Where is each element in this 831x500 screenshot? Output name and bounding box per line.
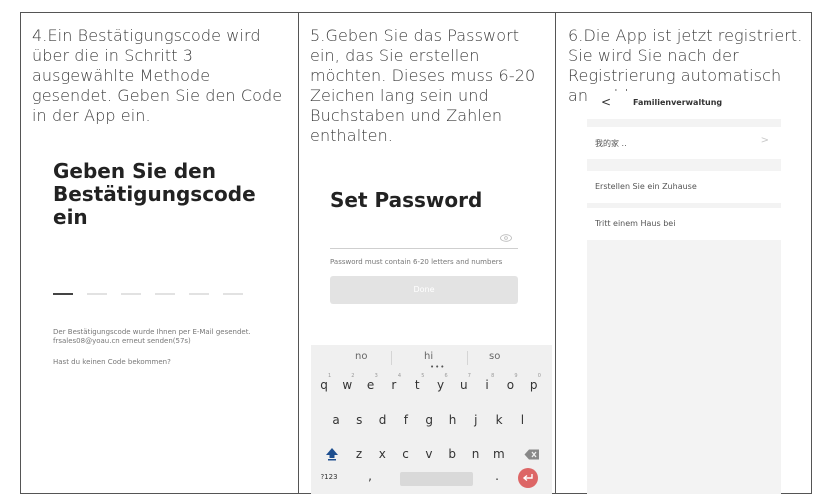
code-digit-2[interactable] xyxy=(87,293,107,295)
family-management-screen: < Familienverwaltung 我的家 .. > Erstellen … xyxy=(587,91,781,494)
key-d[interactable]: d xyxy=(376,413,390,427)
key-l[interactable]: l xyxy=(515,413,529,427)
code-sent-info: Der Bestätigungscode wurde Ihnen per E-M… xyxy=(53,328,251,345)
key-g[interactable]: g xyxy=(422,413,436,427)
key-q[interactable]: q xyxy=(317,378,331,392)
join-home-item[interactable]: Tritt einem Haus bei xyxy=(587,208,781,240)
suggestion-hi[interactable]: hi xyxy=(424,351,433,362)
create-home-label: Erstellen Sie ein Zuhause xyxy=(595,182,697,191)
suggestion-divider xyxy=(467,351,468,365)
code-digit-3[interactable] xyxy=(121,293,141,295)
key-number-hint: 5 xyxy=(421,373,425,379)
space-bar[interactable] xyxy=(400,472,473,486)
home-item-label: 我的家 .. xyxy=(595,139,627,148)
set-password-heading: Set Password xyxy=(330,188,483,212)
key-c[interactable]: c xyxy=(399,447,413,461)
create-home-item[interactable]: Erstellen Sie ein Zuhause xyxy=(587,171,781,203)
key-k[interactable]: k xyxy=(492,413,506,427)
key-j[interactable]: j xyxy=(469,413,483,427)
backspace-icon[interactable] xyxy=(524,449,540,460)
key-n[interactable]: n xyxy=(469,447,483,461)
key-t[interactable]: t xyxy=(410,378,424,392)
key-y[interactable]: y xyxy=(434,378,448,392)
key-m[interactable]: m xyxy=(492,447,506,461)
soft-keyboard: no hi so ••• q1 w2 e3 r4 t5 y6 u7 i8 o9 p0 asdfgh… xyxy=(311,345,552,494)
key-number-hint: 1 xyxy=(328,373,332,379)
key-number-hint: 0 xyxy=(537,373,541,379)
key-h[interactable]: h xyxy=(446,413,460,427)
key-r[interactable]: r xyxy=(387,378,401,392)
period-key[interactable]: . xyxy=(490,469,504,483)
home-item[interactable]: 我的家 .. > xyxy=(587,127,781,159)
key-number-hint: 2 xyxy=(351,373,355,379)
key-i[interactable]: i xyxy=(480,378,494,392)
done-button[interactable]: Done xyxy=(330,276,518,304)
key-z[interactable]: z xyxy=(352,447,366,461)
code-digit-6[interactable] xyxy=(223,293,243,295)
step-5-column: 5.Geben Sie das Passwort ein, das Sie er… xyxy=(299,12,554,494)
password-hint: Password must contain 6-20 letters and n… xyxy=(330,258,503,266)
suggestion-no[interactable]: no xyxy=(355,351,367,362)
key-s[interactable]: s xyxy=(352,413,366,427)
comma-key[interactable]: , xyxy=(363,469,377,483)
step-4-text: 4.Ein Bestätigungscode wird über die in … xyxy=(32,26,283,125)
suggestion-so[interactable]: so xyxy=(489,351,500,362)
key-p[interactable]: p xyxy=(527,378,541,392)
key-number-hint: 8 xyxy=(491,373,495,379)
symbols-key[interactable]: ?123 xyxy=(319,473,339,481)
key-number-hint: 7 xyxy=(467,373,471,379)
code-digit-5[interactable] xyxy=(189,293,209,295)
step-6-column: 6.Die App ist jetzt registriert. Sie wir… xyxy=(556,12,812,494)
key-f[interactable]: f xyxy=(399,413,413,427)
no-code-link[interactable]: Hast du keinen Code bekommen? xyxy=(53,358,293,366)
key-number-hint: 4 xyxy=(397,373,402,379)
key-number-hint: 6 xyxy=(444,373,448,379)
password-input[interactable] xyxy=(330,248,518,249)
key-b[interactable]: b xyxy=(445,447,459,461)
eye-icon[interactable] xyxy=(500,234,512,242)
key-u[interactable]: u xyxy=(457,378,471,392)
code-digit-1[interactable] xyxy=(53,293,73,295)
more-suggestions-icon[interactable]: ••• xyxy=(430,363,445,371)
verification-heading: Geben Sie den Bestätigungscode ein xyxy=(53,159,256,229)
key-e[interactable]: e xyxy=(364,378,378,392)
step-5-text: 5.Geben Sie das Passwort ein, das Sie er… xyxy=(310,26,536,145)
code-digit-4[interactable] xyxy=(155,293,175,295)
key-number-hint: 9 xyxy=(514,373,518,379)
code-input-dashes[interactable] xyxy=(53,293,243,297)
key-o[interactable]: o xyxy=(503,378,517,392)
suggestion-divider xyxy=(391,351,392,365)
key-a[interactable]: a xyxy=(329,413,343,427)
key-number-hint: 3 xyxy=(374,373,378,379)
back-icon[interactable]: < xyxy=(601,95,611,109)
enter-key[interactable] xyxy=(518,468,538,488)
chevron-right-icon: > xyxy=(760,135,769,146)
screen-title: Familienverwaltung xyxy=(633,98,723,107)
key-x[interactable]: x xyxy=(375,447,389,461)
shift-icon[interactable] xyxy=(325,447,339,461)
join-home-label: Tritt einem Haus bei xyxy=(595,219,676,228)
key-v[interactable]: v xyxy=(422,447,436,461)
enter-icon xyxy=(522,474,533,482)
key-w[interactable]: w xyxy=(340,378,354,392)
step-4-column: 4.Ein Bestätigungscode wird über die in … xyxy=(21,12,297,494)
top-bar: < Familienverwaltung xyxy=(587,91,781,119)
